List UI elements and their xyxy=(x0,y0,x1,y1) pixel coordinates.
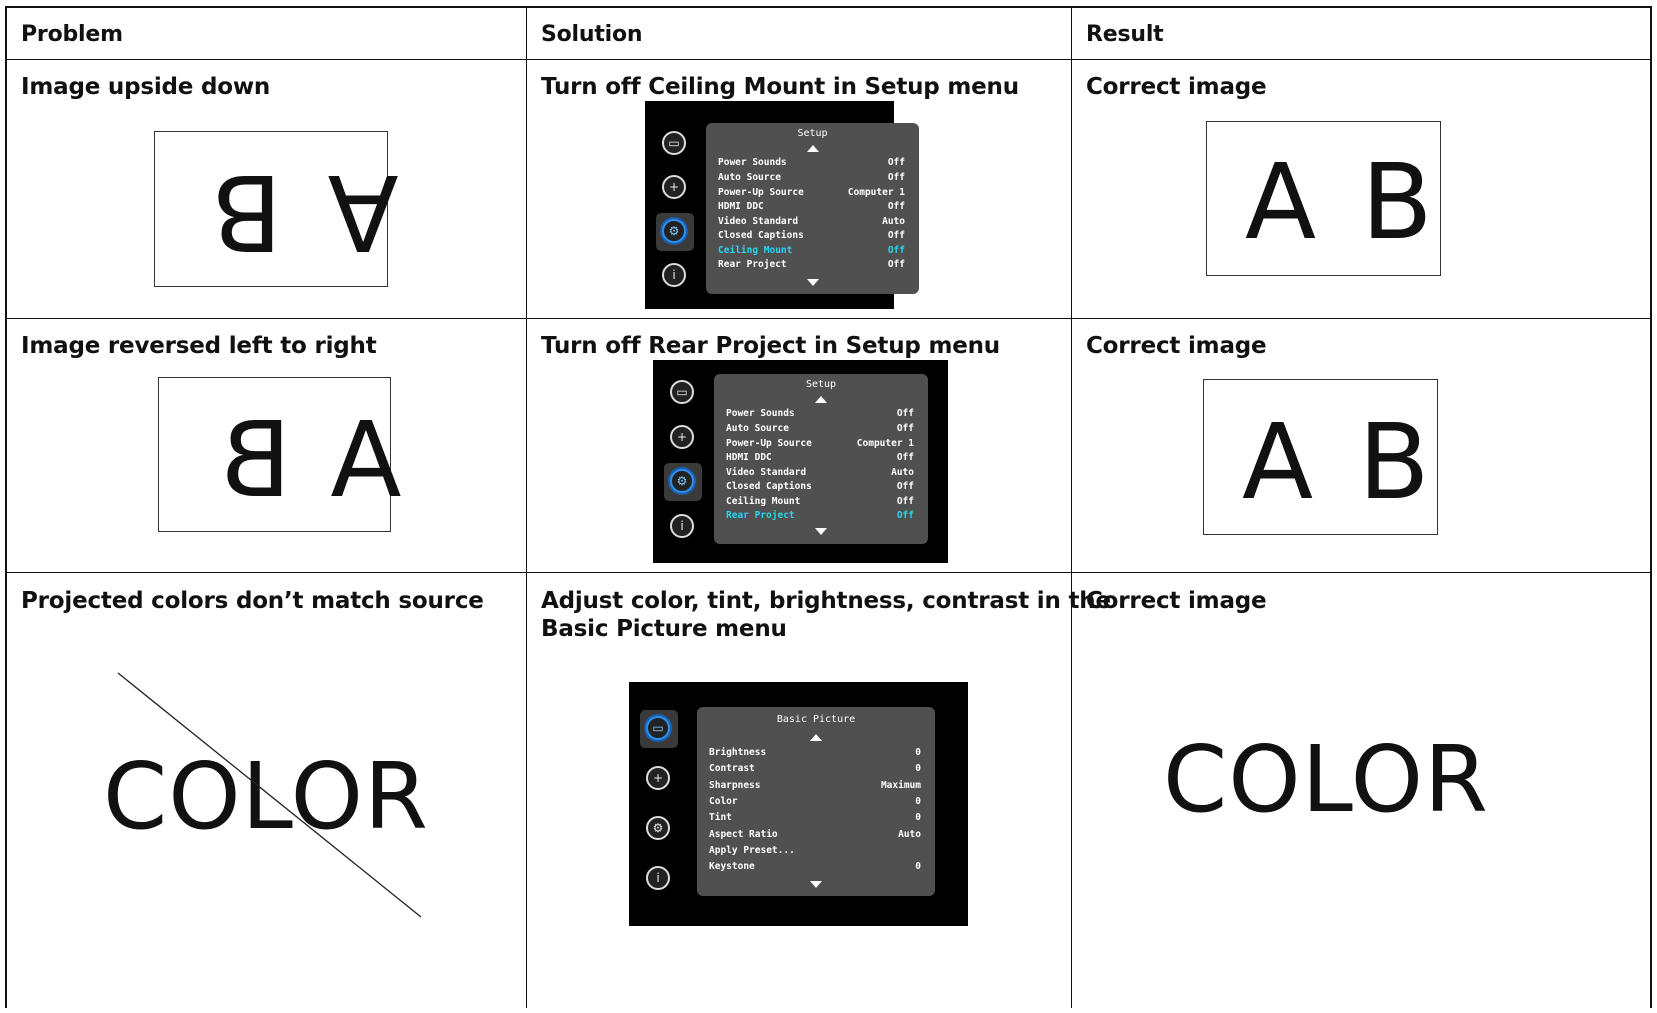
header-result: Result xyxy=(1086,22,1164,47)
info-icon: i xyxy=(662,263,686,287)
row1-solution: Turn off Ceiling Mount in Setup menu xyxy=(541,74,1019,100)
setup-icon-box[interactable]: ⚙ xyxy=(640,810,678,848)
menu-item[interactable]: Power-Up Source Computer 1 xyxy=(718,185,905,200)
table-border-top xyxy=(5,6,1652,8)
menu-panel: Setup Power Sounds Off Auto Source Off Pow… xyxy=(714,374,928,544)
menu-panel: Setup Power Sounds Off Auto Source Off Pow… xyxy=(706,123,919,294)
menu-item[interactable]: Power Sounds Off xyxy=(726,406,914,421)
scroll-down-icon[interactable] xyxy=(815,528,827,535)
menu-item[interactable]: Brightness 0 xyxy=(709,745,921,760)
scroll-up-icon[interactable] xyxy=(806,145,819,152)
advanced-picture-icon: + xyxy=(670,425,694,449)
row2-problem: Image reversed left to right xyxy=(21,333,377,359)
setup-gear-icon: ⚙ xyxy=(662,219,686,243)
mirrored-text: B A xyxy=(214,399,408,521)
menu-item[interactable]: Video Standard Auto xyxy=(726,465,914,480)
correct-sample-2: A B xyxy=(1203,379,1438,535)
picture-icon-box[interactable]: ▭ xyxy=(640,710,678,748)
scroll-up-icon[interactable] xyxy=(815,396,827,403)
setup-icon-box[interactable]: ⚙ xyxy=(664,463,702,501)
advanced-picture-icon: + xyxy=(662,175,686,199)
correct-text-1: A B xyxy=(1245,141,1439,263)
menu-item[interactable]: Apply Preset... xyxy=(709,843,921,858)
menu-item[interactable]: Tint 0 xyxy=(709,810,921,825)
menu-item[interactable]: Sharpness Maximum xyxy=(709,778,921,793)
picture-icon: ▭ xyxy=(662,131,686,155)
menu-item[interactable]: Auto Source Off xyxy=(718,170,905,185)
row3-solution-line1: Adjust color, tint, brightness, contrast… xyxy=(541,588,1111,614)
menu-item-highlighted[interactable]: Rear Project Off xyxy=(726,508,914,523)
row1-problem: Image upside down xyxy=(21,74,271,100)
row1-result: Correct image xyxy=(1086,74,1267,100)
troubleshooting-table: Problem Solution Result Image upside dow… xyxy=(5,6,1652,1008)
row2-result: Correct image xyxy=(1086,333,1267,359)
table-border-right xyxy=(1650,6,1652,1008)
row3-solution-line2: Basic Picture menu xyxy=(541,616,787,642)
advanced-picture-icon: + xyxy=(646,766,670,790)
info-icon: i xyxy=(670,514,694,538)
menu-title: Setup xyxy=(805,379,837,390)
info-icon-box[interactable]: i xyxy=(656,257,694,295)
scroll-up-icon[interactable] xyxy=(810,734,822,741)
advanced-picture-icon-box[interactable]: + xyxy=(664,419,702,457)
menu-item[interactable]: Color 0 xyxy=(709,794,921,809)
menu-item[interactable]: Ceiling Mount Off xyxy=(726,494,914,509)
column-divider-2 xyxy=(1071,6,1072,1008)
menu-item[interactable]: Closed Captions Off xyxy=(726,479,914,494)
strike-line xyxy=(117,672,422,918)
menu-item[interactable]: HDMI DDC Off xyxy=(718,199,905,214)
row2-solution: Turn off Rear Project in Setup menu xyxy=(541,333,1000,359)
setup-menu-ceiling: ▭ + ⚙ i Setup Power Sounds Off Auto Sourc… xyxy=(645,101,919,309)
setup-gear-icon: ⚙ xyxy=(646,816,670,840)
row3-problem: Projected colors don’t match source xyxy=(21,588,484,614)
menu-item-highlighted[interactable]: Ceiling Mount Off xyxy=(718,243,905,258)
mirrored-sample: B A xyxy=(158,377,402,532)
picture-icon: ▭ xyxy=(670,380,694,404)
scroll-down-icon[interactable] xyxy=(810,881,822,888)
menu-item[interactable]: Power Sounds Off xyxy=(718,155,905,170)
table-border-left xyxy=(5,6,7,1008)
picture-icon-box[interactable]: ▭ xyxy=(664,374,702,412)
advanced-picture-icon-box[interactable]: + xyxy=(656,169,694,207)
row3-result: Correct image xyxy=(1086,588,1267,614)
menu-title: Basic Picture xyxy=(776,714,856,725)
correct-text-2: A B xyxy=(1242,401,1436,523)
info-icon-box[interactable]: i xyxy=(640,860,678,898)
row-divider-2 xyxy=(5,572,1652,573)
basic-picture-menu: ▭ + ⚙ i Basic Picture Brightness 0 Contra… xyxy=(629,682,968,926)
picture-icon-box[interactable]: ▭ xyxy=(656,125,694,163)
row-divider-1 xyxy=(5,318,1652,319)
menu-item[interactable]: Power-Up Source Computer 1 xyxy=(726,436,914,451)
setup-gear-icon: ⚙ xyxy=(670,469,694,493)
scroll-down-icon[interactable] xyxy=(806,279,819,286)
correct-sample-1: A B xyxy=(1206,121,1441,276)
header-divider xyxy=(5,59,1652,60)
menu-item[interactable]: Keystone 0 xyxy=(709,859,921,874)
menu-panel: Basic Picture Brightness 0 Contrast 0 Shar… xyxy=(697,707,935,896)
menu-item[interactable]: HDMI DDC Off xyxy=(726,450,914,465)
menu-item[interactable]: Rear Project Off xyxy=(718,257,905,272)
menu-item[interactable]: Video Standard Auto xyxy=(718,214,905,229)
header-solution: Solution xyxy=(541,22,643,47)
menu-item[interactable]: Contrast 0 xyxy=(709,761,921,776)
menu-item[interactable]: Aspect Ratio Auto xyxy=(709,827,921,842)
correct-color-text: COLOR xyxy=(1163,726,1489,833)
menu-item[interactable]: Auto Source Off xyxy=(726,421,914,436)
info-icon-box[interactable]: i xyxy=(664,508,702,546)
menu-item[interactable]: Closed Captions Off xyxy=(718,228,905,243)
setup-icon-box[interactable]: ⚙ xyxy=(656,213,694,251)
upside-down-sample: A B xyxy=(154,131,399,287)
menu-title: Setup xyxy=(797,128,828,139)
header-problem: Problem xyxy=(21,22,123,47)
advanced-picture-icon-box[interactable]: + xyxy=(640,760,678,798)
picture-icon: ▭ xyxy=(646,716,670,740)
upside-down-text: A B xyxy=(205,151,399,273)
setup-menu-rear: ▭ + ⚙ i Setup Power Sounds Off Auto Sourc… xyxy=(653,360,948,563)
info-icon: i xyxy=(646,866,670,890)
column-divider-1 xyxy=(526,6,527,1008)
